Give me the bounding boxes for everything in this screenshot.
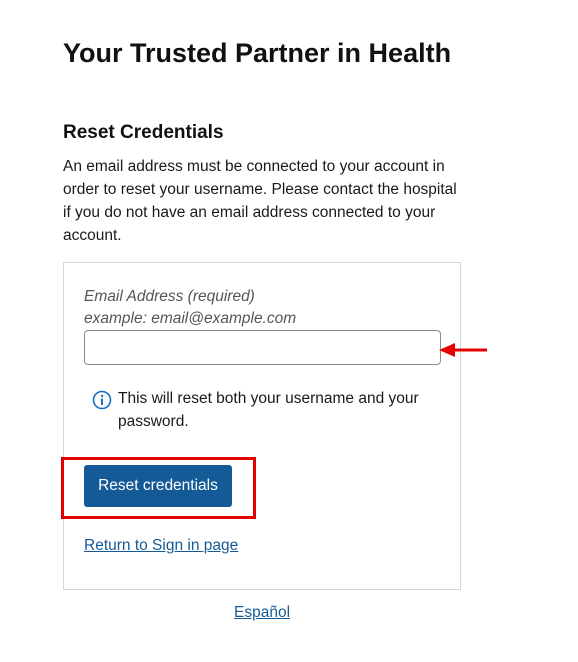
email-field[interactable]	[84, 330, 441, 365]
email-example-hint: example: email@example.com	[84, 310, 297, 327]
email-label: Email Address (required)	[84, 288, 255, 305]
red-arrow-annotation	[439, 343, 487, 357]
info-text: This will reset both your username and y…	[118, 390, 419, 430]
intro-text: An email address must be connected to yo…	[63, 158, 457, 244]
reset-credentials-button[interactable]: Reset credentials	[84, 465, 232, 507]
reset-form-card: Email Address (required) example: email@…	[61, 262, 461, 590]
info-circle-icon	[92, 390, 112, 410]
section-title: Reset Credentials	[63, 122, 224, 143]
return-to-sign-in-link[interactable]: Return to Sign in page	[84, 535, 238, 557]
language-link-espanol[interactable]: Español	[234, 602, 290, 624]
page-title: Your Trusted Partner in Health	[63, 38, 452, 68]
